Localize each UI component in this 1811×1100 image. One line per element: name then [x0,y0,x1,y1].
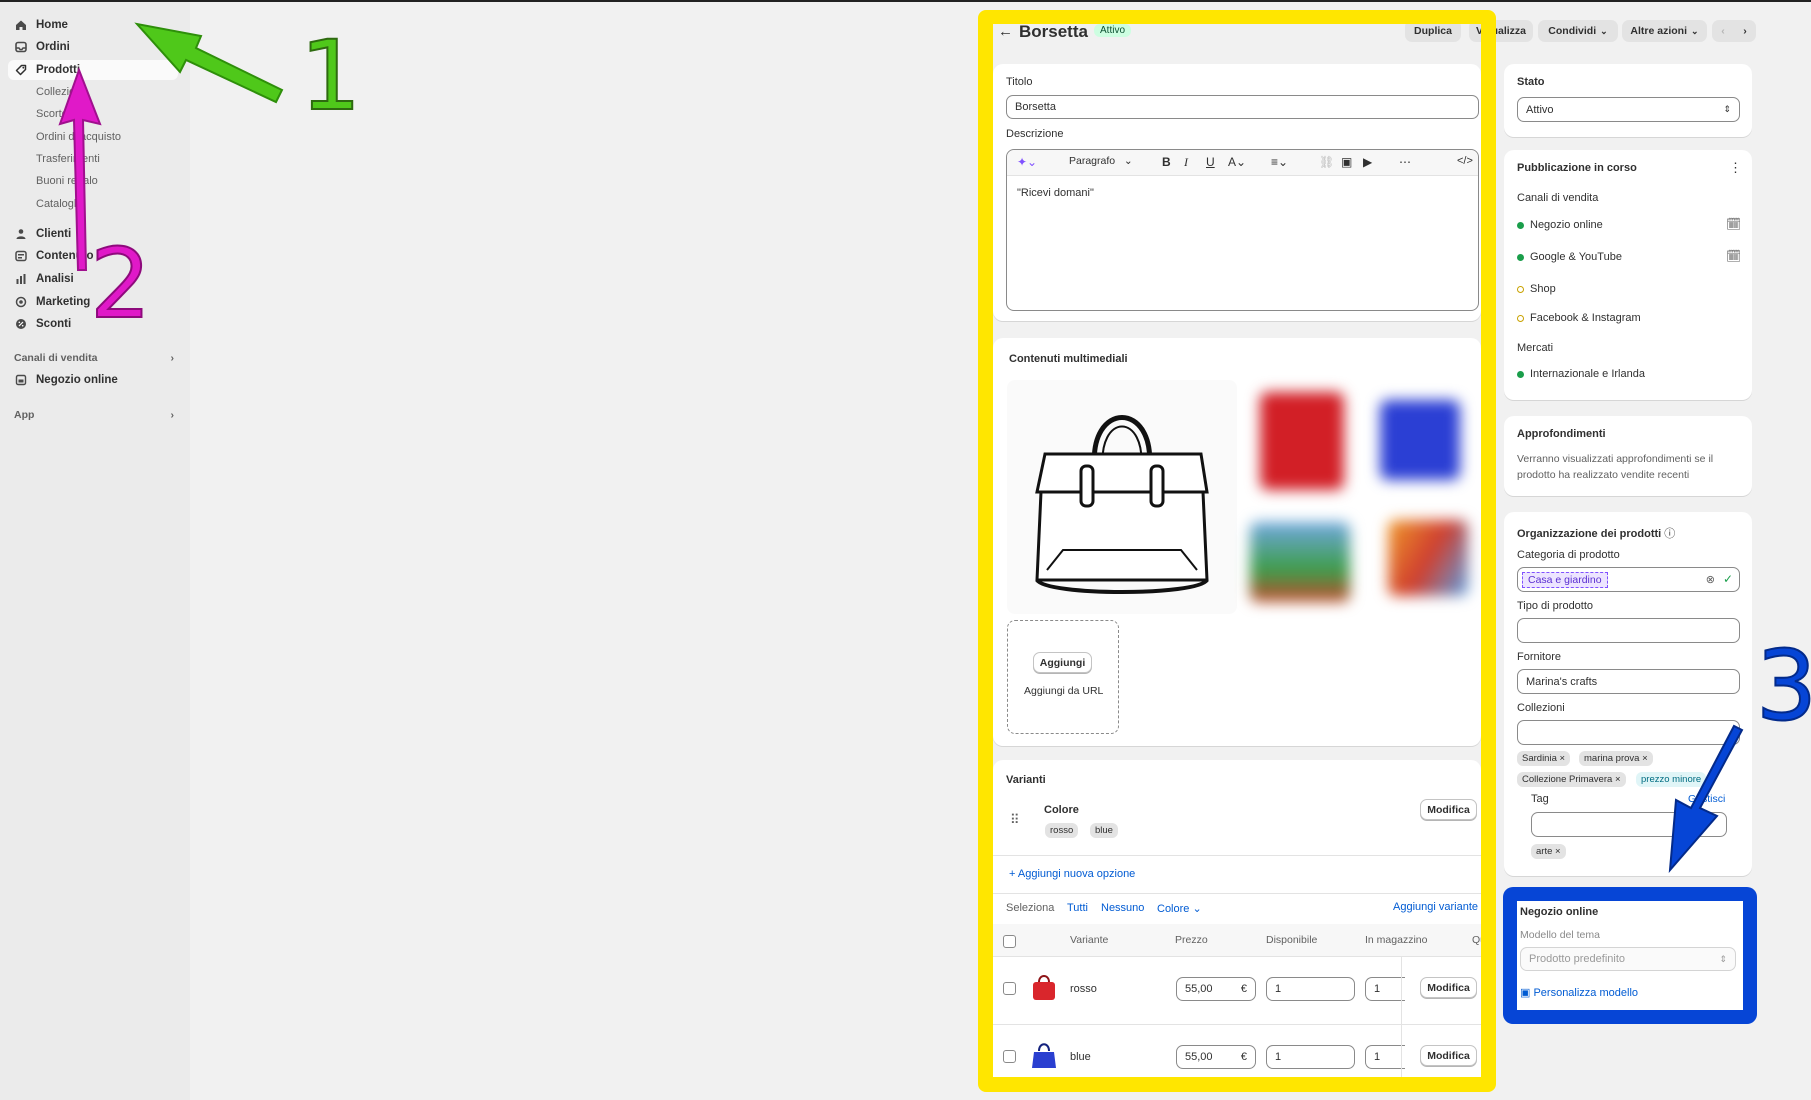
annotation-number-1: 1 [299,19,362,133]
green-arrow [134,22,284,104]
blue-arrow [1668,724,1744,873]
annotation-number-3: 3 [1755,629,1811,743]
annotation-number-2: 2 [89,227,152,341]
annotation-arrows [58,22,1744,873]
